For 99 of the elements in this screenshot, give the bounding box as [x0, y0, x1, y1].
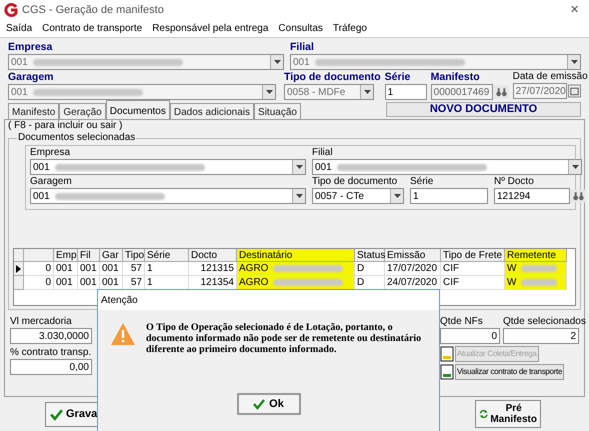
- menu-item[interactable]: Tráfego: [332, 21, 367, 36]
- column-header[interactable]: Tipo de Frete: [441, 249, 505, 262]
- column-header[interactable]: Fil: [78, 249, 100, 262]
- field-label: Manifesto: [430, 71, 480, 84]
- input-field[interactable]: 121294: [494, 188, 570, 204]
- dropdown-value: 001: [32, 190, 50, 204]
- table-cell: 0: [24, 262, 54, 276]
- dropdown[interactable]: 001: [30, 159, 306, 175]
- dialog-title: Atenção: [101, 294, 138, 308]
- column-header[interactable]: Emp: [54, 249, 78, 262]
- tab[interactable]: Situação: [254, 103, 301, 119]
- dropdown[interactable]: 001: [312, 159, 582, 175]
- table-cell: 001: [100, 262, 123, 276]
- ok-button[interactable]: Ok: [236, 393, 300, 415]
- input-field[interactable]: 0: [440, 328, 500, 344]
- menu-item[interactable]: Saída: [6, 21, 32, 36]
- input-field[interactable]: 3.030,0000: [10, 328, 92, 344]
- blurred-text: [521, 265, 558, 272]
- binoculars-icon[interactable]: [494, 85, 509, 99]
- field-label: Empresa: [8, 41, 54, 54]
- tab[interactable]: Documentos: [106, 100, 170, 119]
- menu-item[interactable]: Contrato de transporte: [42, 21, 142, 36]
- menu-item[interactable]: Consultas: [278, 21, 323, 36]
- blurred-text: [273, 279, 344, 286]
- field-label: Data de emissão: [512, 71, 588, 83]
- button-label: Pré: [506, 403, 522, 414]
- dropdown[interactable]: 001: [30, 188, 306, 204]
- field-label: Tipo de documento: [284, 71, 381, 84]
- table-cell: W: [505, 262, 567, 276]
- field-label: Nº Docto: [494, 176, 534, 188]
- dropdown-value: 001: [314, 160, 332, 174]
- refresh-icon: [479, 407, 488, 421]
- field-label: Qtde selecionados: [503, 316, 586, 328]
- table-cell: AGRO: [237, 262, 355, 276]
- table-cell: D: [355, 262, 385, 276]
- field-label: % contrato transp.: [10, 347, 92, 359]
- column-header[interactable]: Docto: [189, 249, 237, 262]
- field-label: Empresa: [30, 147, 72, 159]
- dropdown-value: 001: [10, 56, 28, 70]
- pre-manifest-button[interactable]: Pré Manifesto: [475, 400, 541, 428]
- row-indicator-cell[interactable]: [14, 276, 24, 290]
- calendar-icon[interactable]: [568, 84, 581, 98]
- table-cell: 001: [78, 262, 100, 276]
- input-field[interactable]: 1: [410, 188, 488, 204]
- column-header[interactable]: Gar: [100, 249, 123, 262]
- field-label: Filial: [312, 147, 334, 159]
- dropdown[interactable]: 0057 - CTe: [312, 188, 404, 204]
- binoculars-icon[interactable]: [571, 189, 586, 203]
- action-button[interactable]: Visualizar contrato de transporte: [455, 364, 564, 380]
- dropdown-value: 001: [32, 160, 50, 174]
- tab[interactable]: Geração: [59, 103, 106, 119]
- field-label: Série: [384, 71, 410, 84]
- dropdown-value: 0058 - MDFe: [286, 86, 346, 100]
- table-cell: 0: [24, 276, 54, 290]
- table-cell: W: [505, 276, 567, 290]
- dropdown-value: 0057 - CTe: [314, 190, 364, 204]
- tab[interactable]: Manifesto: [8, 103, 60, 119]
- document-icon[interactable]: [440, 364, 454, 380]
- field-label: Tipo de documento: [312, 176, 398, 188]
- warning-icon: [110, 322, 136, 346]
- row-indicator-cell[interactable]: [14, 262, 24, 276]
- field-label: Vl mercadoria: [10, 316, 72, 328]
- hint-text: ( F8 - para incluir ou sair ): [8, 120, 122, 132]
- column-header[interactable]: Remetente: [505, 249, 567, 262]
- dropdown-value: 001: [292, 56, 310, 70]
- input-field[interactable]: 0,00: [10, 359, 92, 375]
- column-header[interactable]: Emissão: [385, 249, 441, 262]
- grid-corner-cell: [14, 249, 24, 262]
- menu-item[interactable]: Responsável pela entrega: [152, 21, 268, 36]
- field-label: Filial: [290, 41, 315, 54]
- check-icon: [50, 408, 63, 420]
- window-title: CGS - Geração de manifesto: [22, 2, 164, 18]
- column-header[interactable]: Destinatário: [237, 249, 355, 262]
- table-cell: 001: [54, 276, 78, 290]
- blurred-text: [521, 279, 558, 286]
- close-button[interactable]: ✕: [570, 2, 579, 18]
- field-label: Garagem: [30, 176, 73, 188]
- dialog-message: O Tipo de Operação selecionado é de Lotação, portanto, o documento informado não pode ser de remetente ou destinatário diferente ao primeiro documento informado.: [146, 322, 422, 355]
- input-field[interactable]: 1: [384, 84, 427, 100]
- field-label: Qtde NFs: [440, 316, 483, 328]
- dropdown-value: 001: [10, 86, 28, 100]
- table-cell: 57: [123, 262, 145, 276]
- document-icon[interactable]: [440, 346, 454, 362]
- column-header[interactable]: Série: [145, 249, 189, 262]
- column-header[interactable]: Status: [355, 249, 385, 262]
- blurred-text: [273, 265, 344, 272]
- column-header[interactable]: Tipo: [123, 249, 145, 262]
- app-logo-icon: [4, 3, 18, 17]
- status-banner: NOVO DOCUMENTO: [386, 102, 581, 117]
- input-field[interactable]: 2: [503, 328, 579, 344]
- field-label: Série: [410, 176, 434, 188]
- table-cell: 17/07/2020: [385, 262, 441, 276]
- check-icon: [253, 398, 266, 410]
- table-cell: 1: [145, 262, 189, 276]
- field-label: Garagem: [8, 71, 55, 84]
- button-label: Manifesto: [490, 414, 537, 425]
- table-cell: 001: [54, 262, 78, 276]
- tab[interactable]: Dados adicionais: [170, 103, 254, 119]
- table-cell: AGRO: [237, 276, 355, 290]
